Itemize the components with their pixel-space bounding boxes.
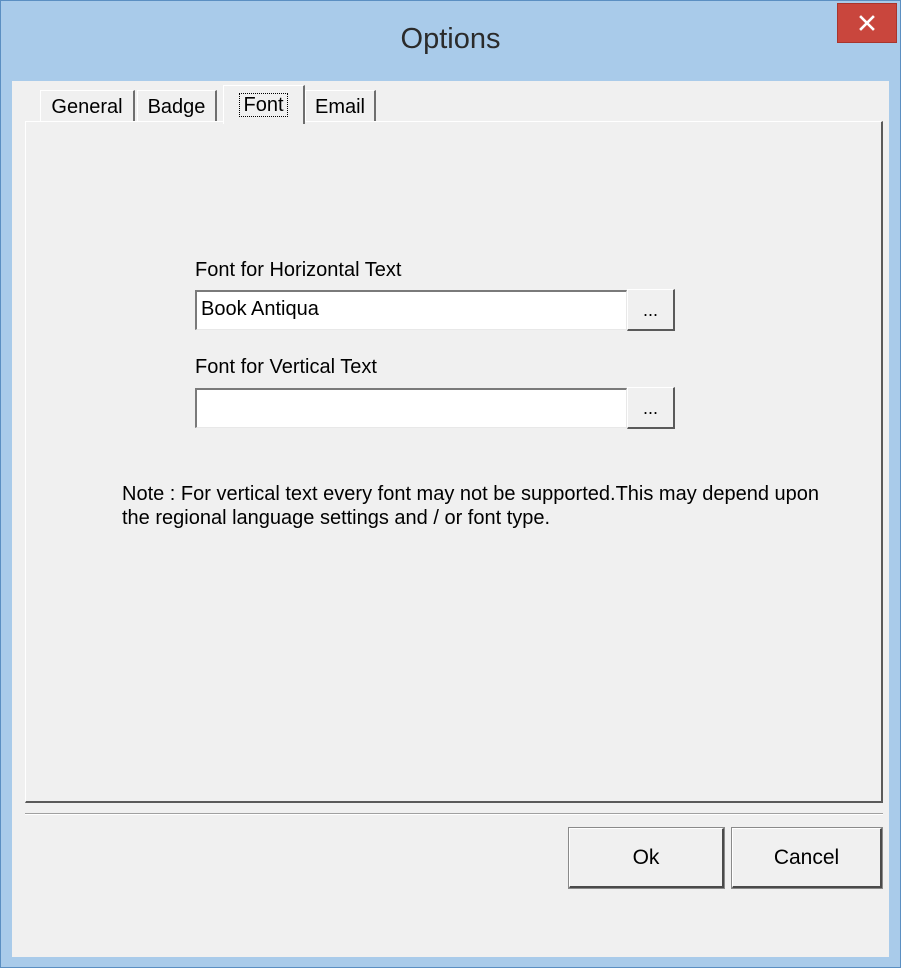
window-title: Options [400, 23, 501, 55]
dialog-client-area: General Badge Font Email Font for Horizo… [12, 81, 889, 957]
title-bar[interactable]: Options [1, 1, 900, 81]
tab-email[interactable]: Email [305, 90, 376, 123]
tab-font-label: Font [239, 93, 288, 117]
vertical-text-note: Note : For vertical text every font may … [122, 483, 820, 529]
tab-badge[interactable]: Badge [137, 90, 217, 123]
close-icon [859, 15, 875, 31]
tab-general[interactable]: General [40, 90, 135, 123]
cancel-button[interactable]: Cancel [731, 827, 883, 889]
tab-badge-label: Badge [147, 95, 206, 118]
tab-email-label: Email [314, 95, 365, 118]
horizontal-font-label: Font for Horizontal Text [195, 259, 402, 281]
vertical-font-label: Font for Vertical Text [195, 356, 377, 378]
horizontal-font-browse-button[interactable]: ... [627, 289, 675, 331]
font-tab-panel: Font for Horizontal Text Book Antiqua ..… [25, 121, 883, 803]
vertical-font-browse-button[interactable]: ... [627, 387, 675, 429]
horizontal-font-field[interactable]: Book Antiqua [195, 290, 627, 330]
options-dialog: Options General Badge Font Email Font fo… [0, 0, 901, 968]
button-separator [25, 813, 883, 815]
ok-button[interactable]: Ok [568, 827, 725, 889]
vertical-font-field[interactable] [195, 388, 627, 428]
close-button[interactable] [837, 3, 897, 43]
tab-font[interactable]: Font [223, 85, 305, 124]
tab-general-label: General [51, 95, 123, 118]
